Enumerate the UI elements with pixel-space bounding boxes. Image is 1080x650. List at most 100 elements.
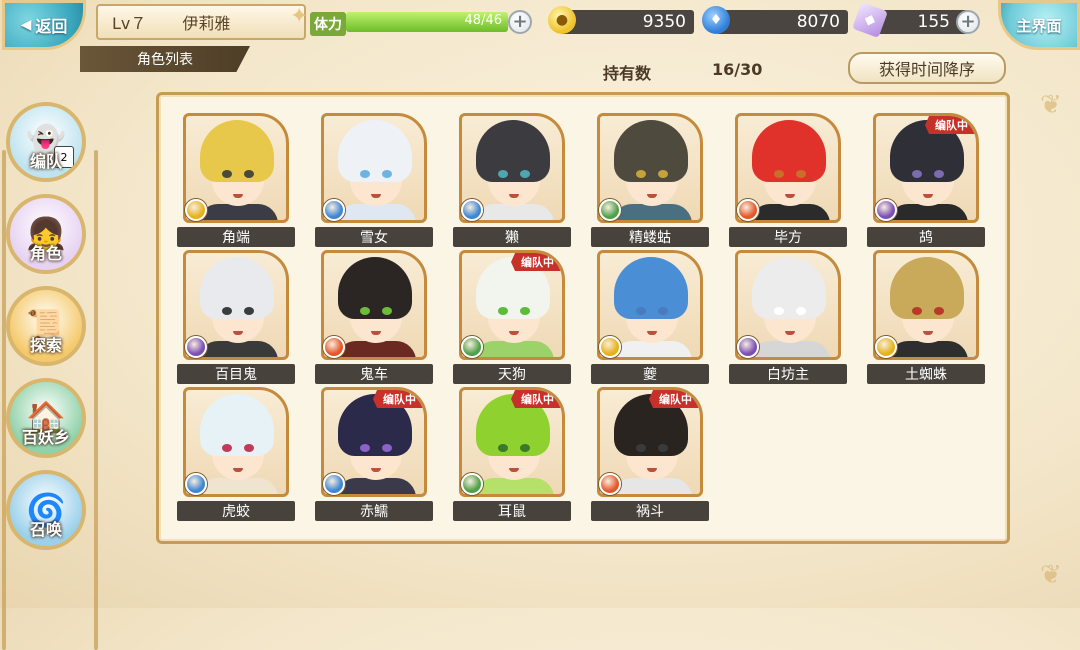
portrait-hair [338,120,412,182]
sidebar-item-summon[interactable]: 🌀 召唤 [6,470,86,550]
character-name: 虎蛟 [177,501,295,521]
character-card[interactable]: 编队中 耳鼠 [453,387,571,523]
portrait-hair [890,257,964,319]
sidebar-item-label: 召唤 [29,520,62,539]
sidebar-item-label: 探索 [29,336,62,355]
corner-flourish-icon: ❦ [1040,90,1062,120]
attribute-icon [461,336,483,358]
player-level: Lv７ [112,14,147,33]
portrait-clothing [198,478,278,494]
portrait-clothing [474,341,554,357]
blue-flame-icon: ♦ [702,6,730,34]
sort-label: 获得时间降序 [878,60,975,79]
portrait-eye [658,170,668,178]
portrait-clothing [198,341,278,357]
in-team-badge: 编队中 [373,390,424,408]
character-name: 精蝼蛄 [591,227,709,247]
character-card[interactable]: 鬼车 [315,250,433,386]
portrait-eye [658,307,668,315]
sidebar-item-village[interactable]: 🏠 百妖乡 [6,378,86,458]
in-team-badge: 编队中 [925,116,976,134]
soul-display: 8070 [716,10,848,34]
character-card[interactable]: 百目鬼 [177,250,295,386]
character-name: 獭 [453,227,571,247]
character-card[interactable]: 精蝼蛄 [591,113,709,249]
attribute-icon [185,473,207,495]
corner-flourish-icon: ❦ [1040,560,1062,590]
portrait-eye [222,170,232,178]
sidebar-item-label: 百妖乡 [21,428,70,447]
portrait-clothing [612,341,692,357]
attribute-icon [599,199,621,221]
sort-button[interactable]: 获得时间降序 [848,52,1006,84]
character-name: 天狗 [453,364,571,384]
sidebar-item-team[interactable]: 👻 2 编队 [6,102,86,182]
back-button[interactable]: ◀ 返回 [2,0,86,50]
character-card[interactable]: 毕方 [729,113,847,249]
portrait-clothing [612,204,692,220]
hold-count-value: 16/30 [712,60,763,79]
portrait-hair [752,120,826,182]
portrait-eye [796,170,806,178]
character-name: 祸斗 [591,501,709,521]
portrait-hair [476,120,550,182]
portrait-eye [244,170,254,178]
character-card[interactable]: 獭 [453,113,571,249]
character-card[interactable]: 编队中鸪 [867,113,985,249]
main-screen-button[interactable]: 主界面 [998,0,1080,50]
player-info-plate: Lv７ 伊莉雅 [96,4,306,40]
plus-icon: + [512,11,528,32]
character-name: 白坊主 [729,364,847,384]
portrait-eye [222,307,232,315]
character-name: 毕方 [729,227,847,247]
character-card[interactable]: 夔 [591,250,709,386]
portrait-eye [636,170,646,178]
character-name: 角端 [177,227,295,247]
player-name: 伊莉雅 [182,14,231,33]
character-name: 土蜘蛛 [867,364,985,384]
portrait-eye [498,307,508,315]
main-screen-label: 主界面 [1016,16,1062,35]
top-bar: ◀ 返回 Lv７ 伊莉雅 ✦ 体力 48/46 + 9350 ● 8070 ♦ … [0,0,1080,50]
portrait-eye [382,170,392,178]
attribute-icon [461,473,483,495]
character-card[interactable]: 虎蛟 [177,387,295,523]
hold-count-label: 持有数 [603,64,652,83]
gold-value: 9350 [642,12,686,32]
portrait-hair [752,257,826,319]
character-name: 雪女 [315,227,433,247]
sidebar-item-characters[interactable]: 👧 角色 [6,194,86,274]
portrait-hair [614,257,688,319]
portrait-eye [360,444,370,452]
portrait-eye [382,444,392,452]
character-card[interactable]: 编队中祸斗 [591,387,709,523]
character-name: 鸪 [867,227,985,247]
add-crystal-button[interactable]: + [956,10,980,34]
character-name: 鬼车 [315,364,433,384]
portrait-eye [934,170,944,178]
character-card[interactable]: 土蜘蛛 [867,250,985,386]
stamina-bar: 48/46 [346,12,508,32]
character-card[interactable]: 雪女 [315,113,433,249]
back-label: 返回 [35,17,68,36]
attribute-icon [323,199,345,221]
portrait-eye [382,307,392,315]
portrait-eye [360,170,370,178]
character-card[interactable]: 编队中天狗 [453,250,571,386]
portrait-eye [498,444,508,452]
portrait-hair [614,120,688,182]
in-team-badge: 编队中 [649,390,700,408]
portrait-eye [520,444,530,452]
character-name: 百目鬼 [177,364,295,384]
star-decoration-icon: ✦ [290,4,309,29]
character-card[interactable]: 白坊主 [729,250,847,386]
in-team-badge: 编队中 [511,253,562,271]
add-stamina-button[interactable]: + [508,10,532,34]
portrait-eye [520,170,530,178]
character-card[interactable]: 编队中 赤鱬 [315,387,433,523]
character-card[interactable]: 角端 [177,113,295,249]
portrait-clothing [888,204,968,220]
sidebar-item-explore[interactable]: 📜 探索 [6,286,86,366]
portrait-clothing [888,341,968,357]
stamina-value: 48/46 [464,13,502,28]
